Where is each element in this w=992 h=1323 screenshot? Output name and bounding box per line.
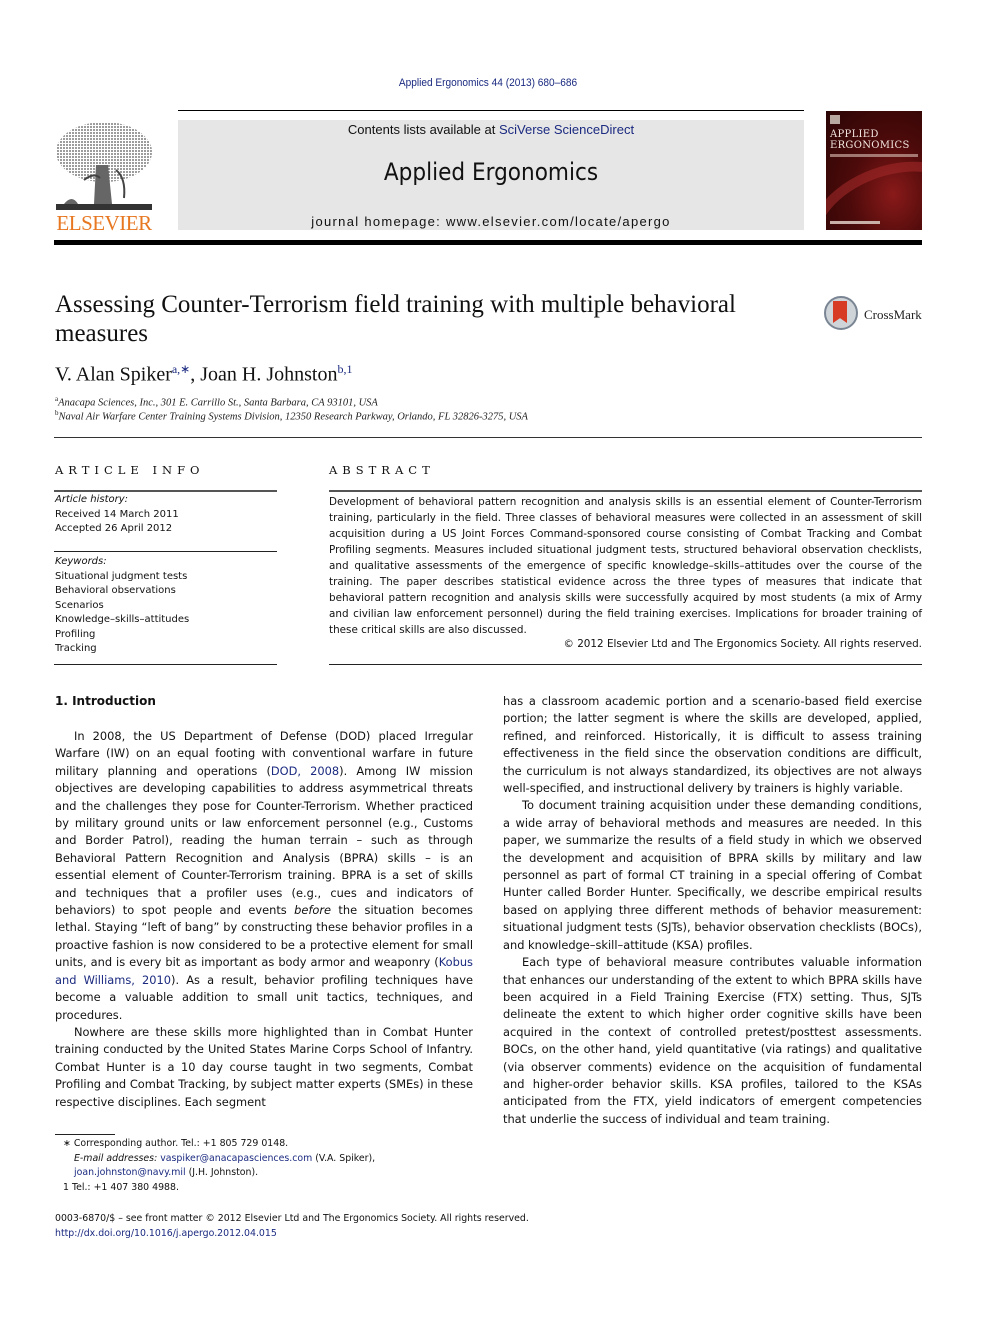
keywords: Keywords: Situational judgment tests Beh… [55, 555, 189, 657]
history-label: Article history: [55, 494, 129, 505]
email-link[interactable]: joan.johnston@navy.mil [74, 1167, 186, 1178]
author-list: V. Alan Spikera,∗, Joan H. Johnstonb,1 [55, 362, 353, 386]
front-matter: 0003-6870/$ – see front matter © 2012 El… [55, 1212, 529, 1241]
sciencedirect-link[interactable]: SciVerse ScienceDirect [499, 122, 634, 137]
paragraph: In 2008, the US Department of Defense (D… [55, 729, 473, 1022]
journal-title: Applied Ergonomics [383, 158, 599, 186]
contents-line: Contents lists available at SciVerse Sci… [178, 122, 804, 137]
elsevier-logo[interactable]: ELSEVIER [52, 118, 156, 235]
abstract-copyright: © 2012 Elsevier Ltd and The Ergonomics S… [563, 638, 923, 650]
affiliation: aAnacapa Sciences, Inc., 301 E. Carrillo… [55, 395, 378, 409]
cover-publisher-mark [830, 115, 840, 124]
crossmark-button[interactable]: CrossMark [824, 296, 924, 334]
footnotes: ∗ Corresponding author. Tel.: +1 805 729… [55, 1137, 475, 1195]
affiliation: bNaval Air Warfare Center Training Syste… [55, 409, 528, 423]
paragraph: Each type of behavioral measure contribu… [503, 955, 922, 1126]
elsevier-wordmark: ELSEVIER [56, 211, 152, 235]
cover-footer [830, 221, 880, 224]
article-history: Article history: Received 14 March 2011 … [55, 493, 179, 537]
footnote-rule [55, 1134, 115, 1135]
citation-link[interactable]: DOD, 2008 [271, 764, 339, 778]
article-title: Assessing Counter-Terrorism field traini… [55, 291, 736, 347]
author-affiliation-link[interactable]: b,1 [337, 362, 352, 376]
keyword: Behavioral observations [55, 585, 176, 596]
keyword: Tracking [55, 643, 97, 654]
journal-citation[interactable]: Applied Ergonomics 44 (2013) 680–686 [39, 77, 937, 89]
paragraph: Nowhere are these skills more highlighte… [55, 1024, 473, 1109]
keyword: Profiling [55, 628, 96, 640]
author-name: V. Alan Spiker [55, 363, 172, 386]
keywords-label: Keywords: [55, 556, 107, 567]
article-info-heading: ARTICLE INFO [55, 463, 205, 477]
abstract-body: Development of behavioral pattern recogn… [329, 496, 922, 636]
divider [329, 490, 922, 492]
divider [329, 664, 922, 665]
abstract-heading: ABSTRACT [329, 463, 435, 477]
header-thick-rule [54, 240, 922, 245]
journal-homepage[interactable]: journal homepage: www.elsevier.com/locat… [178, 214, 804, 229]
journal-banner: Contents lists available at SciVerse Sci… [178, 120, 804, 230]
elsevier-tree-icon [56, 122, 152, 210]
author-name: Joan H. Johnston [200, 363, 338, 386]
divider [54, 551, 277, 552]
crossmark-label: CrossMark [864, 307, 922, 322]
issn-line: 0003-6870/$ – see front matter © 2012 El… [55, 1213, 529, 1224]
doi-link[interactable]: http://dx.doi.org/10.1016/j.apergo.2012.… [55, 1227, 529, 1242]
keyword: Knowledge–skills–attitudes [55, 614, 190, 625]
cover-subtitle [830, 154, 918, 157]
footnote-corresponding: ∗ Corresponding author. Tel.: +1 805 729… [63, 1138, 289, 1149]
contents-prefix: Contents lists available at [347, 122, 499, 137]
keyword: Situational judgment tests [55, 570, 188, 582]
footnote-1: 1 Tel.: +1 407 380 4988. [63, 1181, 179, 1193]
journal-cover-thumbnail[interactable]: APPLIED ERGONOMICS [826, 111, 922, 230]
body-column-right: has a classroom academic portion and a s… [503, 693, 922, 1128]
email-link[interactable]: vaspiker@anacapasciences.com [160, 1153, 312, 1164]
divider [54, 664, 277, 665]
header-top-rule [178, 110, 804, 111]
paragraph: To document training acquisition under t… [503, 798, 922, 952]
body-column-left: In 2008, the US Department of Defense (D… [55, 728, 473, 1111]
paragraph: has a classroom academic portion and a s… [503, 694, 922, 796]
divider [54, 490, 277, 492]
section-heading-introduction: 1. Introduction [55, 694, 156, 708]
author-affiliation-link[interactable]: a,∗ [172, 362, 190, 376]
keyword: Scenarios [55, 599, 104, 611]
received-date: Received 14 March 2011 [55, 508, 179, 520]
accepted-date: Accepted 26 April 2012 [55, 523, 173, 534]
cover-title: APPLIED ERGONOMICS [830, 129, 910, 151]
footnote-emails: E-mail addresses: vaspiker@anacapascienc… [74, 1152, 376, 1179]
section-divider [54, 437, 922, 438]
